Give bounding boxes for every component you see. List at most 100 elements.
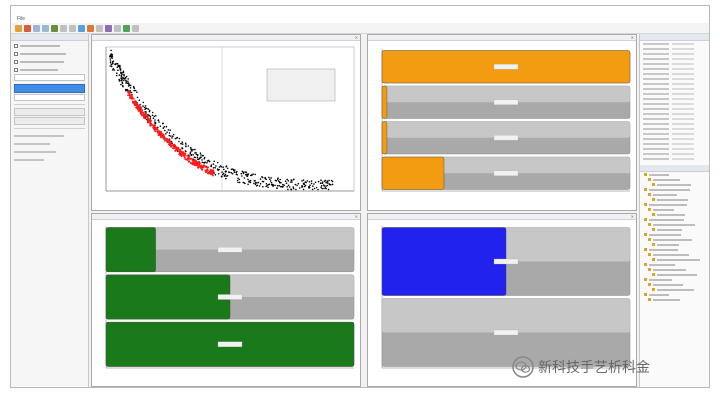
scatter-point-red — [145, 114, 148, 117]
option-row[interactable] — [14, 140, 85, 147]
scatter-point-black — [277, 180, 280, 182]
scatter-point-black — [213, 160, 215, 163]
scatter-point-red — [147, 118, 149, 120]
scatter-point-black — [120, 79, 122, 82]
scatter-point-red — [172, 147, 175, 150]
scatter-point-black — [330, 179, 333, 182]
scatter-point-black — [303, 183, 306, 186]
scatter-point-black — [247, 173, 249, 175]
menu-file[interactable]: File — [17, 15, 25, 23]
toolbar-icon[interactable] — [105, 24, 112, 32]
toolbar-icon[interactable] — [78, 24, 85, 32]
option-row[interactable] — [14, 156, 85, 163]
option-row[interactable] — [14, 132, 85, 139]
scatter-point-red — [189, 162, 192, 164]
bar-label-box — [493, 135, 519, 141]
bar-chart-orange[interactable] — [368, 41, 636, 210]
scatter-point-red — [209, 171, 211, 174]
action-button[interactable] — [14, 108, 85, 116]
tree-item[interactable] — [640, 297, 709, 302]
scatter-point-black — [313, 187, 316, 190]
scatter-point-black — [313, 183, 315, 185]
property-row[interactable] — [640, 156, 709, 161]
toolbar-icon[interactable] — [123, 24, 130, 32]
scatter-point-black — [290, 179, 292, 181]
checkbox-row[interactable] — [14, 42, 85, 49]
open-icon[interactable] — [15, 24, 22, 32]
scatter-point-red — [164, 139, 166, 142]
action-button[interactable] — [14, 117, 85, 125]
settings-icon[interactable] — [60, 24, 67, 32]
scatter-point-black — [224, 171, 227, 173]
scatter-point-red — [138, 105, 140, 107]
scatter-point-black — [319, 182, 322, 185]
scatter-point-black — [328, 179, 330, 182]
undo-icon[interactable] — [33, 24, 40, 32]
scatter-point-black — [325, 181, 327, 184]
redo-icon[interactable] — [42, 24, 49, 32]
scatter-point-black — [285, 182, 288, 184]
bar-label-box — [493, 258, 519, 265]
scatter-point-black — [110, 65, 113, 68]
bar-label-box — [493, 64, 519, 70]
scatter-point-black — [252, 173, 254, 175]
save-icon[interactable] — [24, 24, 31, 32]
toolbar-icon[interactable] — [114, 24, 121, 32]
scatter-pane: ✕ — [91, 34, 361, 211]
menubar: File — [11, 15, 709, 23]
scatter-point-black — [124, 77, 127, 79]
scatter-point-black — [170, 135, 172, 137]
bar — [105, 274, 231, 320]
scatter-point-black — [199, 157, 201, 159]
scatter-point-black — [321, 182, 324, 185]
text-field[interactable] — [14, 74, 85, 81]
scatter-point-black — [127, 80, 129, 83]
scatter-point-black — [314, 181, 317, 184]
toolbar-icon[interactable] — [96, 24, 103, 32]
scatter-point-black — [154, 123, 156, 125]
scatter-point-black — [185, 145, 187, 148]
scatter-point-black — [286, 178, 288, 181]
scatter-point-black — [286, 186, 288, 188]
primary-button[interactable] — [14, 84, 85, 93]
checkbox[interactable] — [14, 51, 18, 56]
scatter-point-black — [201, 161, 204, 164]
scatter-point-black — [219, 165, 222, 167]
scatter-point-black — [292, 178, 295, 181]
checkbox-row[interactable] — [14, 50, 85, 57]
scatter-point-red — [152, 126, 155, 128]
scatter-point-black — [138, 99, 141, 102]
scatter-point-black — [164, 129, 166, 132]
scatter-point-black — [206, 161, 208, 164]
scatter-plot[interactable] — [92, 41, 360, 210]
checkbox[interactable] — [14, 43, 18, 48]
scatter-point-red — [132, 97, 135, 100]
bar-chart-green[interactable] — [92, 220, 360, 386]
scatter-point-black — [238, 181, 241, 184]
checkbox-row[interactable] — [14, 58, 85, 65]
toolbar-icon[interactable] — [69, 24, 76, 32]
scatter-point-black — [291, 181, 293, 183]
scatter-point-black — [270, 181, 273, 184]
toolbar-icon[interactable] — [132, 24, 139, 32]
text-field[interactable] — [14, 94, 85, 101]
scatter-point-black — [311, 188, 314, 191]
scatter-point-black — [231, 173, 234, 175]
checkbox[interactable] — [14, 59, 18, 64]
scatter-point-black — [125, 88, 127, 91]
scatter-point-red — [140, 114, 143, 116]
scatter-point-black — [109, 61, 112, 64]
scatter-point-black — [267, 186, 269, 189]
scatter-point-black — [279, 181, 281, 184]
scatter-point-black — [127, 85, 130, 87]
toolbar-icon[interactable] — [87, 24, 94, 32]
checkbox[interactable] — [14, 67, 18, 72]
run-icon[interactable] — [51, 24, 58, 32]
scatter-point-black — [181, 143, 184, 145]
properties-list — [640, 41, 709, 161]
checkbox-row[interactable] — [14, 66, 85, 73]
scatter-point-red — [206, 169, 209, 172]
scatter-point-black — [148, 109, 151, 112]
scatter-point-black — [216, 168, 219, 170]
option-row[interactable] — [14, 148, 85, 155]
